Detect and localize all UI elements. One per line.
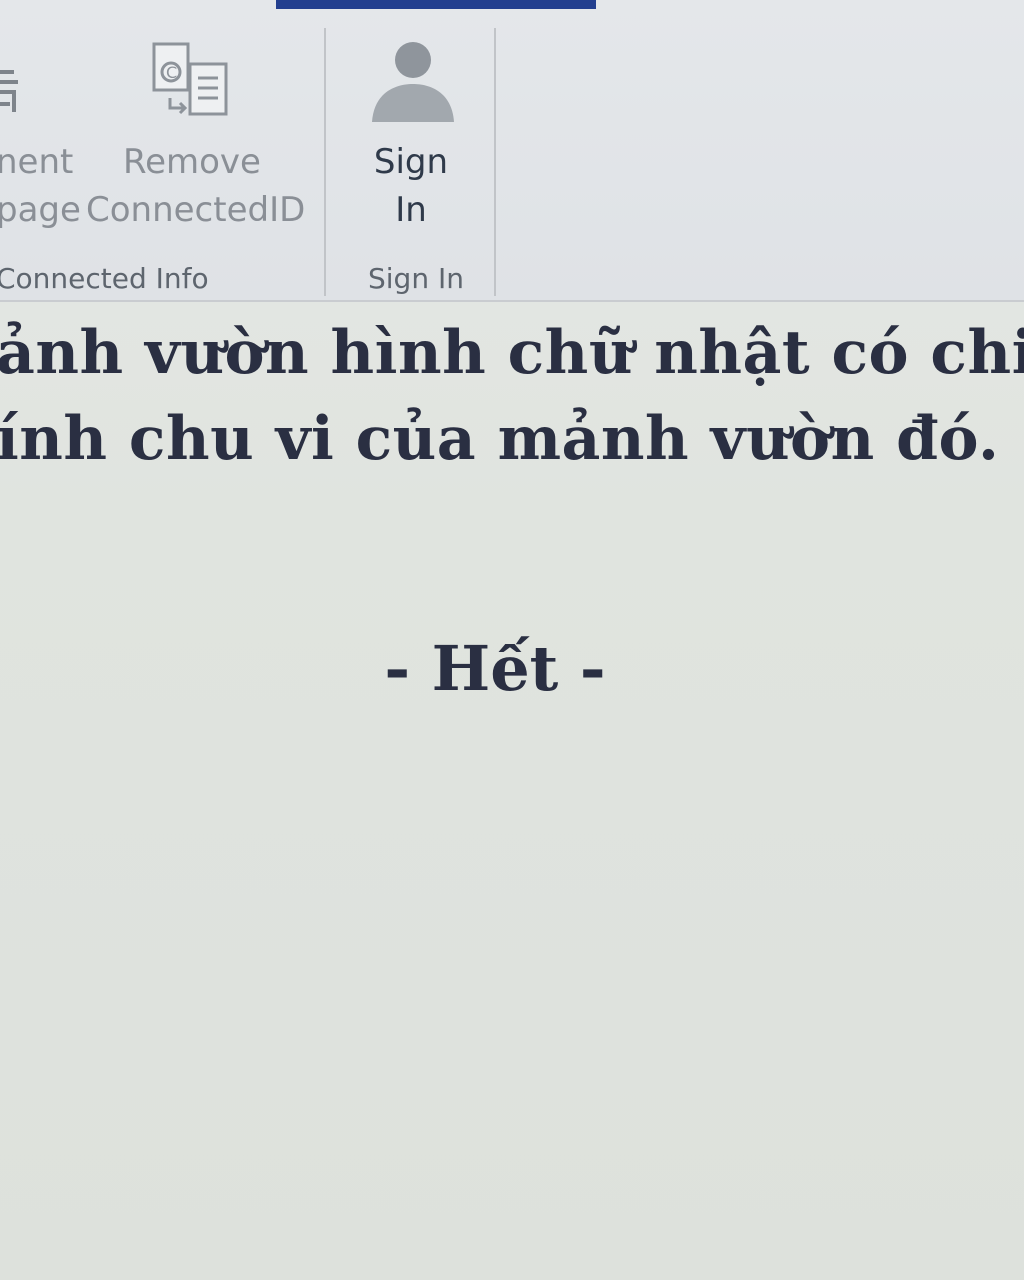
document-text-line-1: ảnh vườn hình chữ nhật có chiều xyxy=(0,318,1024,388)
user-icon xyxy=(372,42,454,122)
active-tab-indicator xyxy=(276,0,596,9)
sign-in-button[interactable]: Sign In xyxy=(350,138,472,234)
ribbon: nent page C Remove ConnectedID Connected… xyxy=(0,0,1024,302)
partial-left-label-1: nent xyxy=(0,142,74,182)
remove-connectedid-icon: C xyxy=(152,42,228,116)
end-mark: - Hết - xyxy=(384,632,606,705)
sign-in-label-1: Sign xyxy=(373,142,449,182)
partial-left-label-2: page xyxy=(0,190,81,230)
sign-in-label-2: In xyxy=(395,190,427,230)
document-page: ảnh vườn hình chữ nhật có chiều ính chu … xyxy=(0,302,1024,1280)
remove-label-1: Remove xyxy=(123,142,261,182)
document-text-line-2: ính chu vi của mảnh vườn đó. xyxy=(0,404,1000,474)
partial-document-icon xyxy=(0,70,18,112)
screen: nent page C Remove ConnectedID Connected… xyxy=(0,0,1024,1280)
group-label-connected-info: Connected Info xyxy=(0,262,209,295)
group-label-sign-in: Sign In xyxy=(368,262,464,295)
remove-label-2: ConnectedID xyxy=(86,190,306,230)
partial-left-button[interactable]: nent page xyxy=(0,138,81,234)
svg-text:C: C xyxy=(166,63,177,82)
group-divider-right xyxy=(494,28,496,296)
group-divider xyxy=(324,28,326,296)
remove-connectedid-button[interactable]: Remove ConnectedID xyxy=(86,138,306,234)
